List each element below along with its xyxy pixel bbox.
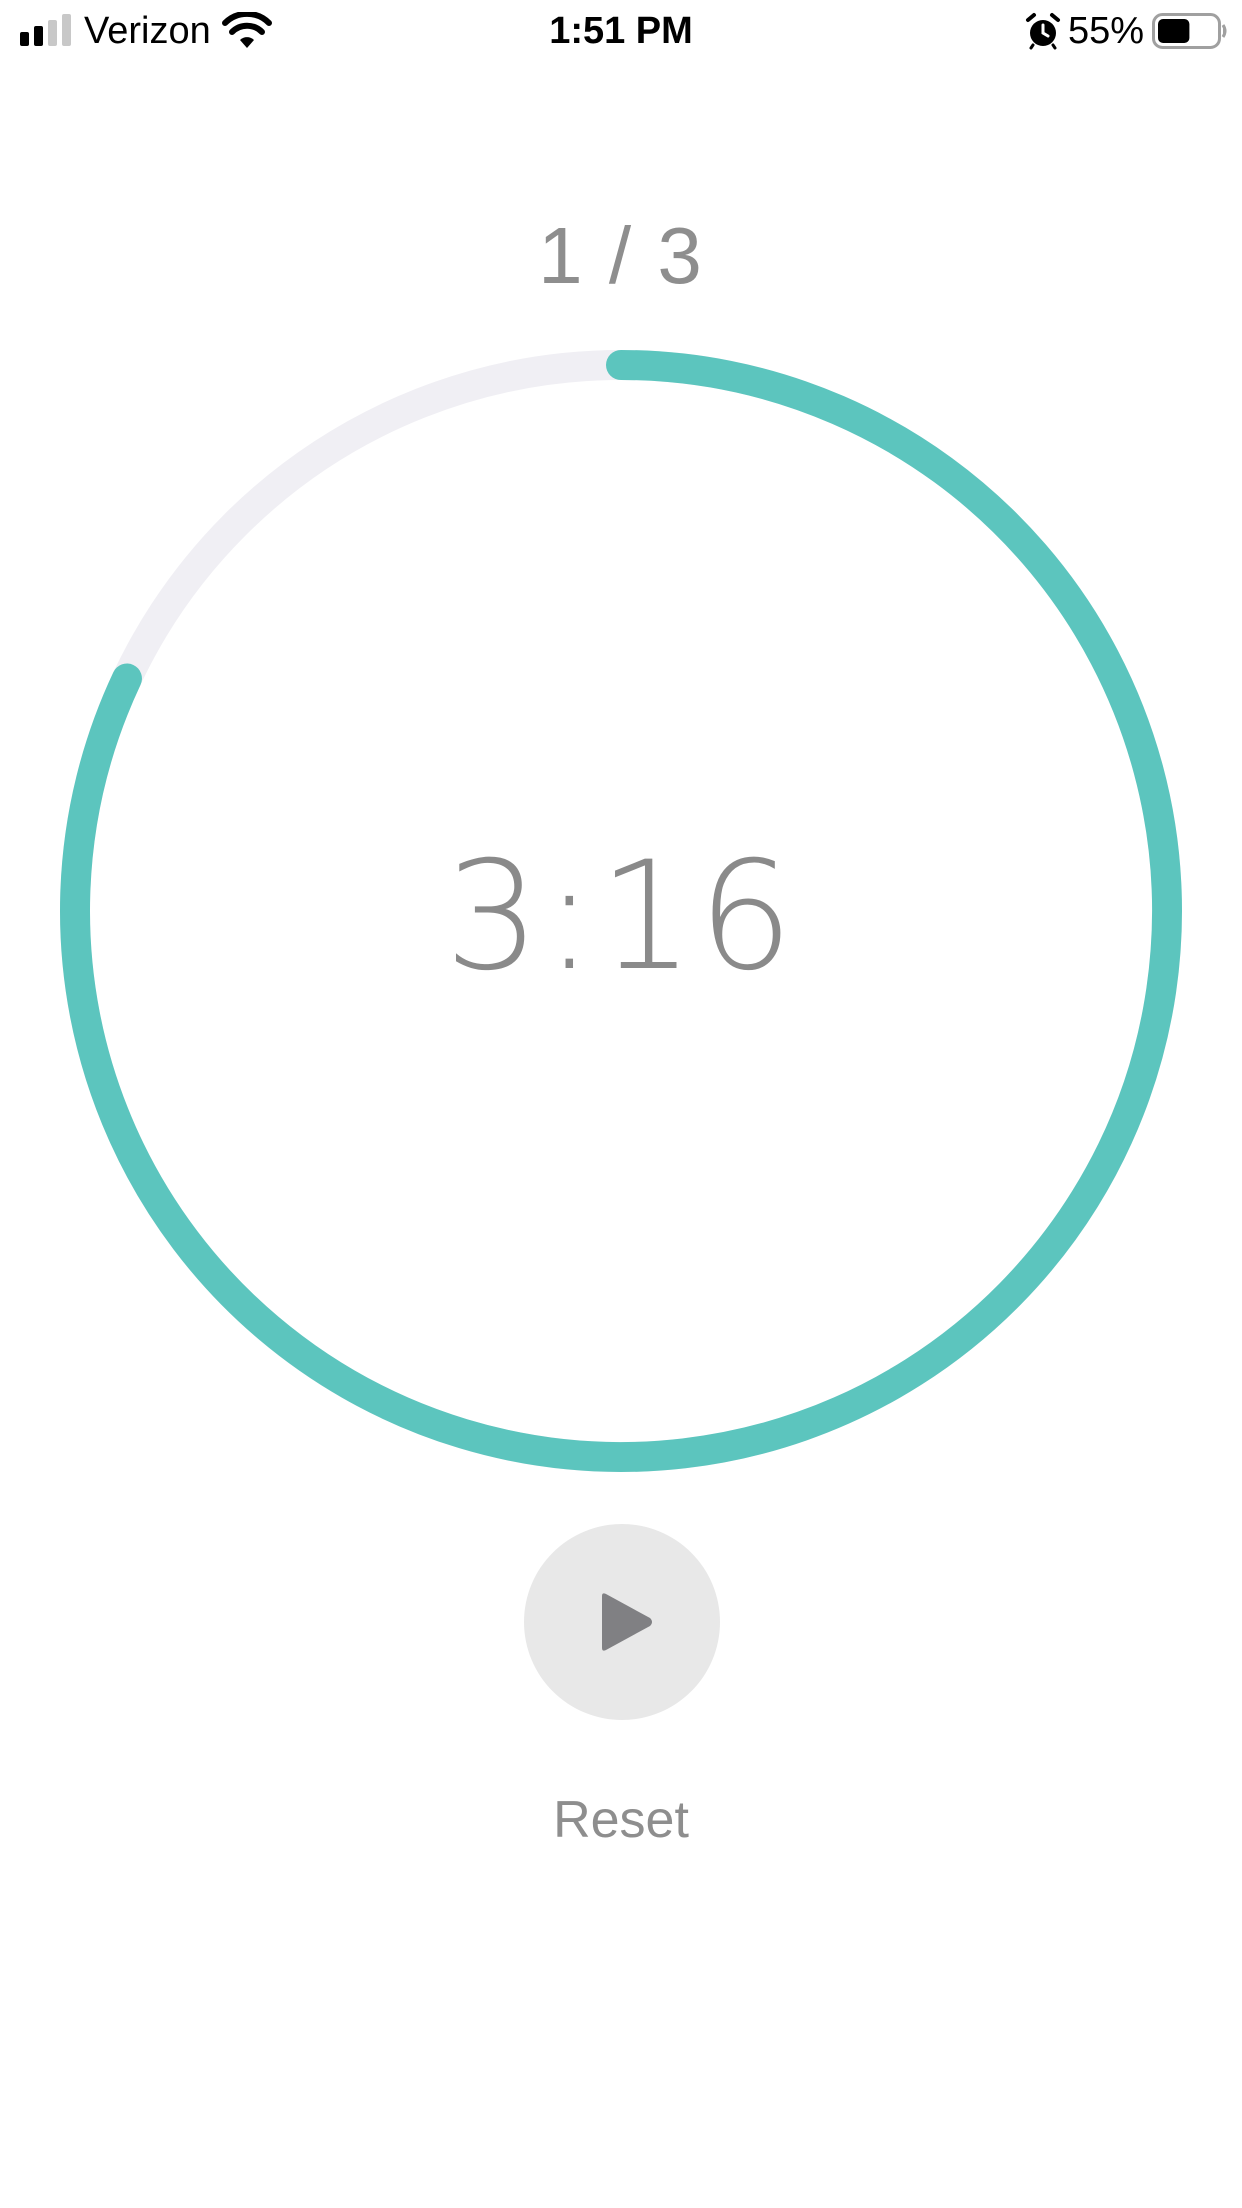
progress-ring bbox=[60, 350, 1182, 1472]
time-remaining: 3:16 bbox=[444, 830, 798, 1004]
reset-button[interactable]: Reset bbox=[0, 1790, 1242, 1850]
play-icon bbox=[602, 1593, 652, 1651]
play-button[interactable] bbox=[524, 1524, 720, 1720]
